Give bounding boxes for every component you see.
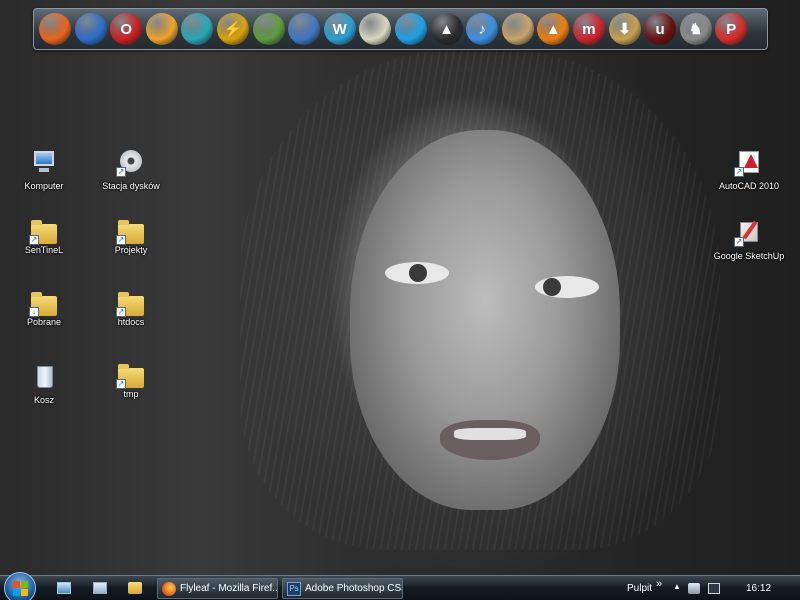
app-dock: O ⚡ W ▲ ♪ ▲ m ⬇ u ♞ P	[33, 8, 768, 50]
show-desktop-icon[interactable]	[57, 582, 71, 594]
desktop-icon-label: Kosz	[33, 395, 54, 405]
tray-expand-icon[interactable]: ▲	[673, 582, 681, 591]
chess-icon[interactable]: ♞	[679, 13, 712, 45]
desktop-icon-autocad[interactable]: ↗ AutoCAD 2010	[709, 150, 789, 191]
firefox-icon[interactable]	[39, 13, 71, 45]
autocad-icon: ↗	[734, 150, 762, 177]
switch-windows-icon[interactable]	[93, 582, 107, 594]
monitor-icon[interactable]	[252, 13, 285, 45]
desktop-icon-label: htdocs	[117, 317, 145, 327]
wallpaper-face	[350, 130, 620, 510]
lightning-icon[interactable]: ⚡	[216, 13, 249, 45]
download-box-icon[interactable]: ⬇	[608, 13, 641, 45]
desktop-icon-label: AutoCAD 2010	[718, 181, 780, 191]
speaker-icon[interactable]	[501, 13, 534, 45]
wallpaper-mouth	[440, 420, 540, 460]
desktop-icon-stacja-dyskow[interactable]: ↗ Stacja dysków	[91, 150, 171, 191]
start-button[interactable]	[4, 572, 36, 600]
folder-shortcut-icon: ↗	[116, 292, 144, 317]
desktop-icon-kosz[interactable]: Kosz	[4, 364, 84, 405]
folder-shortcut-icon: ↗	[116, 364, 144, 389]
w-app-icon[interactable]: W	[323, 13, 356, 45]
desktop-icon-htdocs[interactable]: ↗ htdocs	[91, 292, 171, 327]
computer-icon	[31, 150, 57, 176]
inkscape-icon[interactable]: ▲	[430, 13, 463, 45]
network-globe-icon[interactable]	[288, 13, 321, 45]
notepad-icon[interactable]	[359, 13, 392, 45]
desktop-icon-label: Stacja dysków	[102, 181, 160, 191]
download-folder-icon: ↓	[29, 292, 57, 317]
wallpaper-left-eye	[385, 262, 449, 284]
desktop-icon-label: Google SketchUp	[713, 251, 785, 261]
wallpaper-hair	[240, 50, 720, 550]
desktop-icon-label: tmp	[123, 389, 139, 399]
photoshop-icon: Ps	[287, 581, 301, 596]
unreal-icon[interactable]: u	[644, 13, 677, 45]
desktop-icon-pobrane[interactable]: ↓ Pobrane	[4, 292, 84, 327]
media-disc-icon[interactable]	[145, 13, 178, 45]
taskbar-button-label: Flyleaf - Mozilla Firef...	[180, 583, 278, 594]
globe-icon[interactable]	[74, 13, 107, 45]
desktop-icon-tmp[interactable]: ↗ tmp	[91, 364, 171, 399]
desktop-icon-sentinel[interactable]: ↗ SenTineL	[4, 220, 84, 255]
desktop-toolbar-label[interactable]: Pulpit	[627, 583, 652, 594]
sketchup-icon: ↗	[734, 220, 762, 247]
vlc-cone-icon[interactable]: ▲	[537, 13, 570, 45]
toolbar-chevron-icon[interactable]: »	[656, 578, 662, 590]
tray-monitor-icon[interactable]	[708, 583, 720, 594]
desktop-icon-projekty[interactable]: ↗ Projekty	[91, 220, 171, 255]
desktop-icon-label: SenTineL	[24, 245, 64, 255]
firefox-icon	[162, 581, 176, 596]
music-note-icon[interactable]: ♪	[466, 13, 499, 45]
desktop-icon-komputer[interactable]: Komputer	[4, 150, 84, 191]
m-app-icon[interactable]: m	[572, 13, 605, 45]
desktop-icon-label: Pobrane	[26, 317, 62, 327]
recycle-bin-icon	[31, 364, 57, 390]
desktop-icon-label: Projekty	[114, 245, 148, 255]
folder-shortcut-icon: ↗	[29, 220, 57, 245]
opera-icon[interactable]: O	[110, 13, 143, 45]
wallpaper-right-eye	[535, 276, 599, 298]
explorer-folder-icon[interactable]	[128, 582, 142, 594]
desktop-icon-google-sketchup[interactable]: ↗ Google SketchUp	[709, 220, 789, 261]
teal-globe-icon[interactable]	[181, 13, 214, 45]
taskbar-button-firefox[interactable]: Flyleaf - Mozilla Firef...	[157, 578, 278, 599]
taskbar-button-photoshop[interactable]: Ps Adobe Photoshop CS3	[282, 578, 403, 599]
tray-network-icon[interactable]	[688, 583, 700, 594]
desktop-icon-label: Komputer	[24, 181, 64, 191]
clock[interactable]: 16:12	[746, 583, 771, 594]
chat-bubble-icon[interactable]	[394, 13, 427, 45]
folder-shortcut-icon: ↗	[116, 220, 144, 245]
taskbar-button-label: Adobe Photoshop CS3	[305, 583, 403, 594]
disc-drive-icon: ↗	[116, 150, 144, 177]
playstation-icon[interactable]: P	[715, 13, 748, 45]
taskbar: Flyleaf - Mozilla Firef... Ps Adobe Phot…	[0, 572, 800, 600]
